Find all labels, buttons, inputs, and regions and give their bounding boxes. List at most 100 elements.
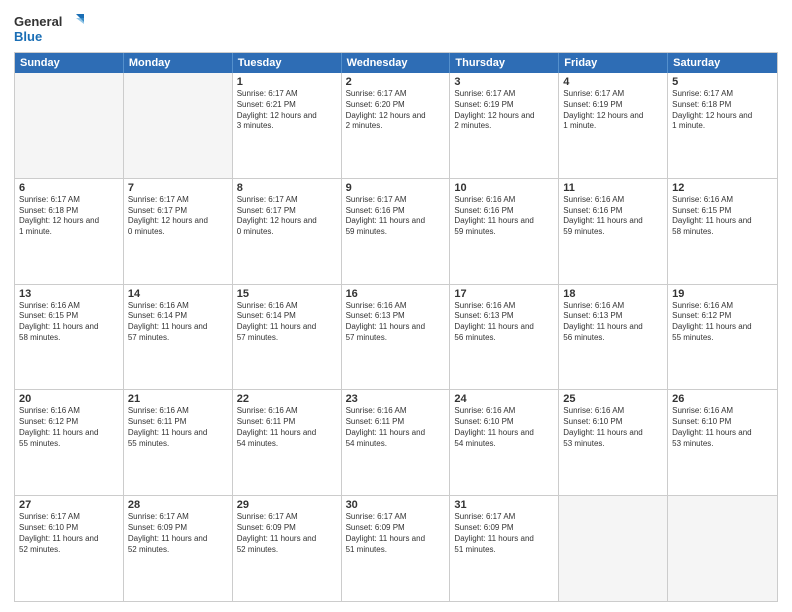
day-number: 21 [128,393,228,405]
day-number: 5 [672,76,773,88]
sunset-text: Sunset: 6:13 PM [454,311,554,322]
calendar-cell: 16Sunrise: 6:16 AMSunset: 6:13 PMDayligh… [342,285,451,390]
sunrise-text: Sunrise: 6:16 AM [19,301,119,312]
daylight-text: Daylight: 11 hours and [237,322,337,333]
daylight-text: Daylight: 11 hours and [454,216,554,227]
calendar-cell: 1Sunrise: 6:17 AMSunset: 6:21 PMDaylight… [233,73,342,178]
sunrise-text: Sunrise: 6:17 AM [19,195,119,206]
daylight-text-2: 54 minutes. [454,439,554,450]
daylight-text-2: 2 minutes. [346,121,446,132]
day-number: 23 [346,393,446,405]
day-number: 26 [672,393,773,405]
sunset-text: Sunset: 6:09 PM [346,523,446,534]
daylight-text-2: 57 minutes. [346,333,446,344]
sunset-text: Sunset: 6:17 PM [237,206,337,217]
day-number: 28 [128,499,228,511]
sunrise-text: Sunrise: 6:17 AM [237,89,337,100]
calendar-cell: 14Sunrise: 6:16 AMSunset: 6:14 PMDayligh… [124,285,233,390]
header-day-wednesday: Wednesday [342,53,451,73]
sunset-text: Sunset: 6:17 PM [128,206,228,217]
sunrise-text: Sunrise: 6:17 AM [128,195,228,206]
sunrise-text: Sunrise: 6:17 AM [672,89,773,100]
sunrise-text: Sunrise: 6:17 AM [563,89,663,100]
day-number: 29 [237,499,337,511]
sunset-text: Sunset: 6:15 PM [19,311,119,322]
day-number: 8 [237,182,337,194]
day-number: 2 [346,76,446,88]
daylight-text: Daylight: 11 hours and [237,534,337,545]
daylight-text-2: 53 minutes. [672,439,773,450]
calendar-week-0: 1Sunrise: 6:17 AMSunset: 6:21 PMDaylight… [15,73,777,178]
daylight-text: Daylight: 12 hours and [672,111,773,122]
daylight-text-2: 1 minute. [672,121,773,132]
calendar-cell [559,496,668,601]
sunrise-text: Sunrise: 6:16 AM [237,406,337,417]
sunset-text: Sunset: 6:11 PM [346,417,446,428]
day-number: 24 [454,393,554,405]
header-day-tuesday: Tuesday [233,53,342,73]
daylight-text-2: 51 minutes. [454,545,554,556]
calendar-cell: 15Sunrise: 6:16 AMSunset: 6:14 PMDayligh… [233,285,342,390]
calendar-cell: 20Sunrise: 6:16 AMSunset: 6:12 PMDayligh… [15,390,124,495]
calendar-cell: 3Sunrise: 6:17 AMSunset: 6:19 PMDaylight… [450,73,559,178]
sunrise-text: Sunrise: 6:17 AM [346,89,446,100]
day-number: 25 [563,393,663,405]
daylight-text: Daylight: 11 hours and [672,322,773,333]
daylight-text-2: 2 minutes. [454,121,554,132]
daylight-text: Daylight: 11 hours and [128,534,228,545]
daylight-text-2: 55 minutes. [672,333,773,344]
daylight-text: Daylight: 12 hours and [563,111,663,122]
daylight-text-2: 3 minutes. [237,121,337,132]
sunset-text: Sunset: 6:15 PM [672,206,773,217]
calendar-cell: 24Sunrise: 6:16 AMSunset: 6:10 PMDayligh… [450,390,559,495]
day-number: 19 [672,288,773,300]
calendar-cell: 18Sunrise: 6:16 AMSunset: 6:13 PMDayligh… [559,285,668,390]
calendar-cell: 13Sunrise: 6:16 AMSunset: 6:15 PMDayligh… [15,285,124,390]
sunset-text: Sunset: 6:11 PM [237,417,337,428]
sunrise-text: Sunrise: 6:17 AM [454,512,554,523]
day-number: 18 [563,288,663,300]
sunset-text: Sunset: 6:13 PM [346,311,446,322]
sunrise-text: Sunrise: 6:16 AM [672,195,773,206]
calendar-cell: 8Sunrise: 6:17 AMSunset: 6:17 PMDaylight… [233,179,342,284]
daylight-text: Daylight: 11 hours and [563,428,663,439]
daylight-text-2: 56 minutes. [563,333,663,344]
calendar-cell [668,496,777,601]
daylight-text: Daylight: 12 hours and [237,111,337,122]
calendar-cell: 6Sunrise: 6:17 AMSunset: 6:18 PMDaylight… [15,179,124,284]
calendar-header: SundayMondayTuesdayWednesdayThursdayFrid… [15,53,777,73]
daylight-text: Daylight: 11 hours and [454,534,554,545]
sunset-text: Sunset: 6:18 PM [672,100,773,111]
day-number: 10 [454,182,554,194]
day-number: 17 [454,288,554,300]
sunset-text: Sunset: 6:16 PM [346,206,446,217]
day-number: 13 [19,288,119,300]
sunrise-text: Sunrise: 6:17 AM [19,512,119,523]
daylight-text: Daylight: 11 hours and [346,216,446,227]
calendar-cell: 2Sunrise: 6:17 AMSunset: 6:20 PMDaylight… [342,73,451,178]
sunrise-text: Sunrise: 6:16 AM [128,301,228,312]
calendar-cell: 17Sunrise: 6:16 AMSunset: 6:13 PMDayligh… [450,285,559,390]
header-day-monday: Monday [124,53,233,73]
calendar-cell: 25Sunrise: 6:16 AMSunset: 6:10 PMDayligh… [559,390,668,495]
day-number: 1 [237,76,337,88]
svg-text:Blue: Blue [14,29,42,44]
calendar-cell: 19Sunrise: 6:16 AMSunset: 6:12 PMDayligh… [668,285,777,390]
daylight-text: Daylight: 11 hours and [563,322,663,333]
calendar-cell: 28Sunrise: 6:17 AMSunset: 6:09 PMDayligh… [124,496,233,601]
header-day-thursday: Thursday [450,53,559,73]
sunrise-text: Sunrise: 6:17 AM [237,195,337,206]
sunset-text: Sunset: 6:10 PM [563,417,663,428]
daylight-text-2: 59 minutes. [346,227,446,238]
calendar-cell: 31Sunrise: 6:17 AMSunset: 6:09 PMDayligh… [450,496,559,601]
daylight-text: Daylight: 11 hours and [672,216,773,227]
day-number: 15 [237,288,337,300]
calendar-cell: 12Sunrise: 6:16 AMSunset: 6:15 PMDayligh… [668,179,777,284]
sunrise-text: Sunrise: 6:16 AM [128,406,228,417]
daylight-text: Daylight: 11 hours and [454,322,554,333]
daylight-text: Daylight: 12 hours and [346,111,446,122]
sunset-text: Sunset: 6:09 PM [454,523,554,534]
sunrise-text: Sunrise: 6:16 AM [346,301,446,312]
sunrise-text: Sunrise: 6:16 AM [454,301,554,312]
sunset-text: Sunset: 6:10 PM [19,523,119,534]
